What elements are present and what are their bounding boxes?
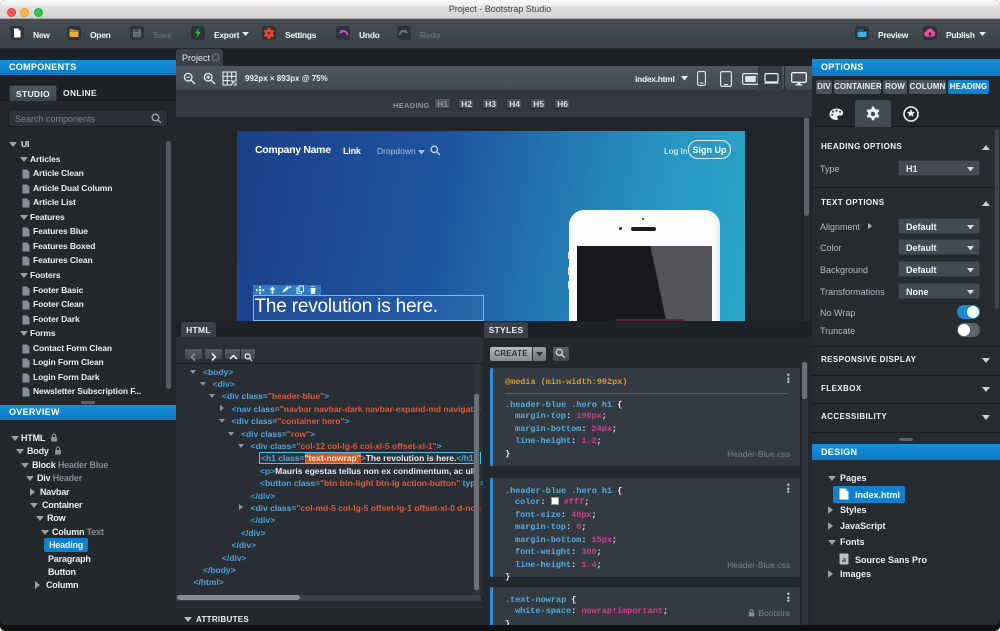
svg-text:a: a (842, 555, 846, 564)
